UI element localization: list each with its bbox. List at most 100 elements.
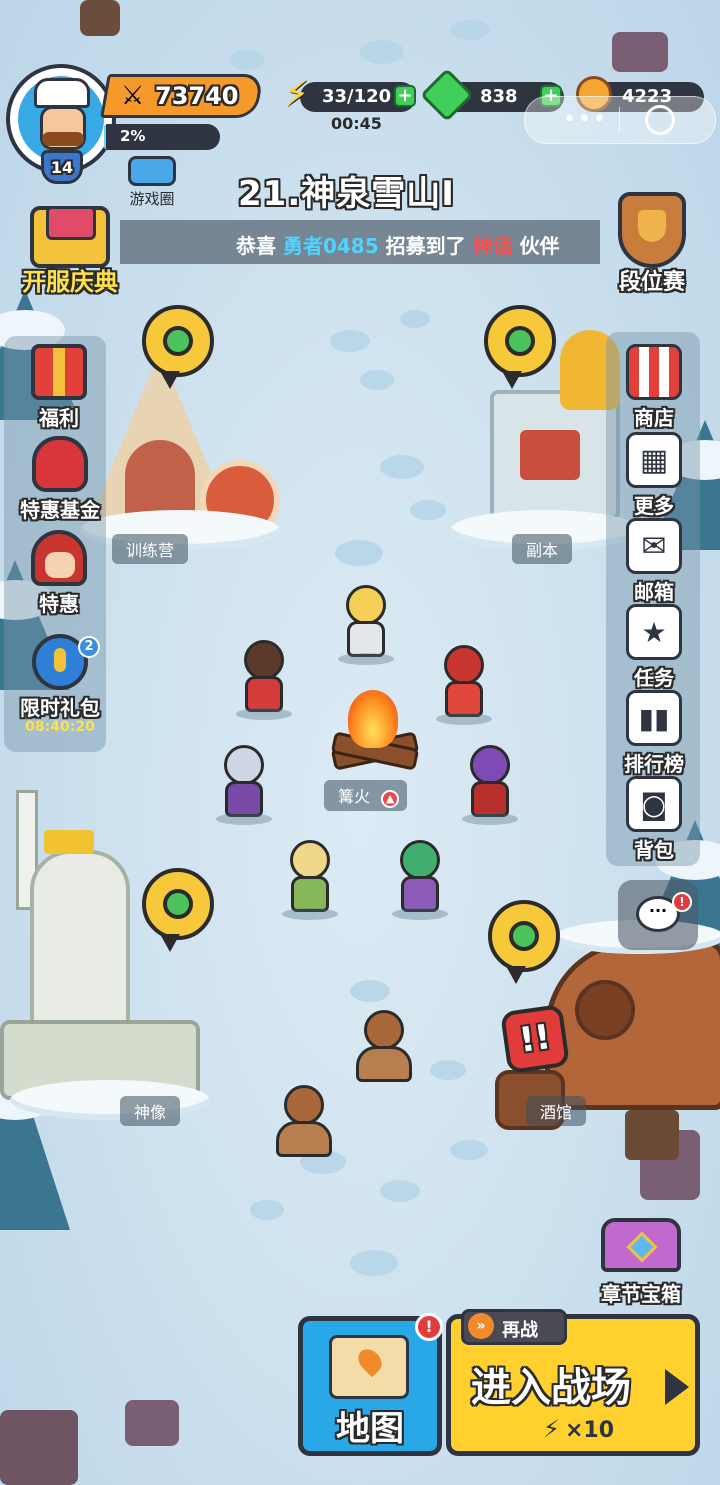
ticker-suffix: 伙伴 [519,234,560,258]
statue-label: 神像 [120,1096,181,1126]
player-level-badge: 14 [41,150,83,184]
ticker-rarity: 神话 [472,234,513,258]
player-level-text: 14 [50,157,74,177]
crossed-swords-icon: ⚔ [121,81,145,111]
energy-value: 33/120 [322,86,392,107]
scroll-map-icon [329,1335,409,1399]
limited-pack-button[interactable]: 2 限时礼包 08:40:20 [10,634,110,735]
shop-icon [626,344,682,400]
special-fund-label: 特惠基金 [20,498,100,522]
ticker-prefix: 恭喜 [236,234,276,258]
dungeon-label: 副本 [512,534,573,564]
game-scene: 训练营 副本 神像 !! 酒馆 篝火 ▲ 14 ⚔ 73740 2% ⚡ 33/… [0,0,720,1485]
power-value: 73740 [155,82,239,110]
gem-value: 838 [480,86,518,107]
shop-label: 商店 [634,406,674,430]
energy-cost: ⚡ ×10 [543,1415,614,1443]
hero-priestess[interactable] [212,745,276,825]
leaderboard-icon: ▮▮ [626,690,682,746]
ranked-match-button[interactable]: 段位赛 [594,188,710,300]
statue-building[interactable] [0,790,220,1120]
tavern-label: 酒馆 [526,1096,587,1126]
campfire-label-text: 篝火 [338,787,371,806]
hero-joker[interactable] [458,745,522,825]
ranked-match-label: 段位赛 [618,270,685,295]
upgrade-arrow-icon: ▲ [381,790,400,808]
training-camp-label: 训练营 [112,534,189,564]
tasks-label: 任务 [634,666,674,690]
special-offer-button[interactable]: 特惠 [14,530,104,617]
mini-program-capsule[interactable]: ••• [524,96,716,144]
tavern-bubble[interactable] [488,900,560,984]
mailbox-label: 邮箱 [634,580,674,604]
play-arrow-icon [665,1369,689,1405]
game-circle-label: 游戏圈 [129,190,175,208]
npc-mole-2[interactable] [272,1085,336,1157]
fast-forward-icon: » [468,1313,494,1339]
limited-pack-badge: 2 [78,636,100,658]
treasure-chest-icon [601,1218,681,1272]
map-label: 地图 [336,1409,404,1449]
energy-add-button[interactable]: + [394,85,416,107]
exp-fill [104,124,107,150]
exp-bar: 2% [104,124,220,150]
leaderboard-button[interactable]: ▮▮ 排行榜 [610,690,698,777]
campfire-label: 篝火 ▲ [324,780,408,811]
hero-dancer[interactable] [388,840,452,920]
ticker-middle: 招募到了 [385,234,466,258]
statue-bubble[interactable] [142,868,214,952]
stage-title: 21.神泉雪山Ⅰ [238,174,455,214]
shop-button[interactable]: 商店 [610,344,698,431]
power-bar: ⚔ 73740 [100,74,264,118]
dungeon-bubble[interactable] [484,305,556,389]
chapter-chest-button[interactable]: 章节宝箱 [586,1212,696,1308]
mail-icon: ✉ [626,518,682,574]
launch-celebration-button[interactable]: 开服庆典 [12,200,128,296]
tavern-alert-icon: !! [499,1003,571,1075]
npc-mole-1[interactable] [352,1010,416,1082]
ticker-player-name: 勇者0485 [282,234,379,258]
news-ticker: 恭喜 勇者0485 招募到了 神话 伙伴 [120,220,600,264]
mailbox-button[interactable]: ✉ 邮箱 [610,518,698,605]
backpack-button[interactable]: ◙ 背包 [610,776,698,863]
magnifier-icon [509,921,539,951]
gift-pile-icon [30,206,110,268]
hero-elf-archer[interactable] [278,840,342,920]
more-dots-icon[interactable]: ••• [563,107,608,132]
chat-button[interactable]: ··· ! [618,880,698,950]
enter-battle-button[interactable]: » 再战 进入战场 ⚡ ×10 [446,1309,700,1456]
tasks-button[interactable]: ★ 任务 [610,604,698,691]
limited-pack-timer: 08:40:20 [25,719,95,735]
map-button[interactable]: 地图 ! [298,1313,443,1456]
launch-celebration-label: 开服庆典 [22,268,118,296]
magnifier-icon [163,326,193,356]
lightning-icon: ⚡ [284,74,310,115]
chat-bubble-icon [128,156,176,186]
retry-label: 再战 [502,1320,538,1341]
energy-panel[interactable]: ⚡ 33/120 + [284,74,416,115]
chat-alert-icon: ! [672,892,692,912]
special-fund-button[interactable]: 特惠基金 [10,436,110,523]
gift-box-icon [31,344,87,400]
campfire[interactable] [322,690,422,780]
magnifier-icon [505,326,535,356]
energy-cost-value: ×10 [564,1418,615,1443]
special-offer-label: 特惠 [39,592,79,616]
energy-timer: 00:45 [331,114,382,133]
hooded-girl-icon [31,530,87,586]
hero-swordsman[interactable] [334,585,398,665]
more-button[interactable]: ▦ 更多 [610,432,698,519]
exp-percent: 2% [120,127,146,145]
welfare-label: 福利 [39,406,79,430]
leaderboard-label: 排行榜 [624,752,684,776]
close-target-icon[interactable] [645,105,675,135]
welfare-button[interactable]: 福利 [14,344,104,431]
chapter-chest-label: 章节宝箱 [601,1282,681,1306]
hero-monkey-king[interactable] [232,640,296,720]
retry-tag: » 再战 [461,1309,567,1345]
hero-red-hood[interactable] [432,645,496,725]
training-camp-bubble[interactable] [142,305,214,389]
game-circle-button[interactable]: 游戏圈 [122,156,182,212]
grid-icon: ▦ [626,432,682,488]
task-icon: ★ [626,604,682,660]
